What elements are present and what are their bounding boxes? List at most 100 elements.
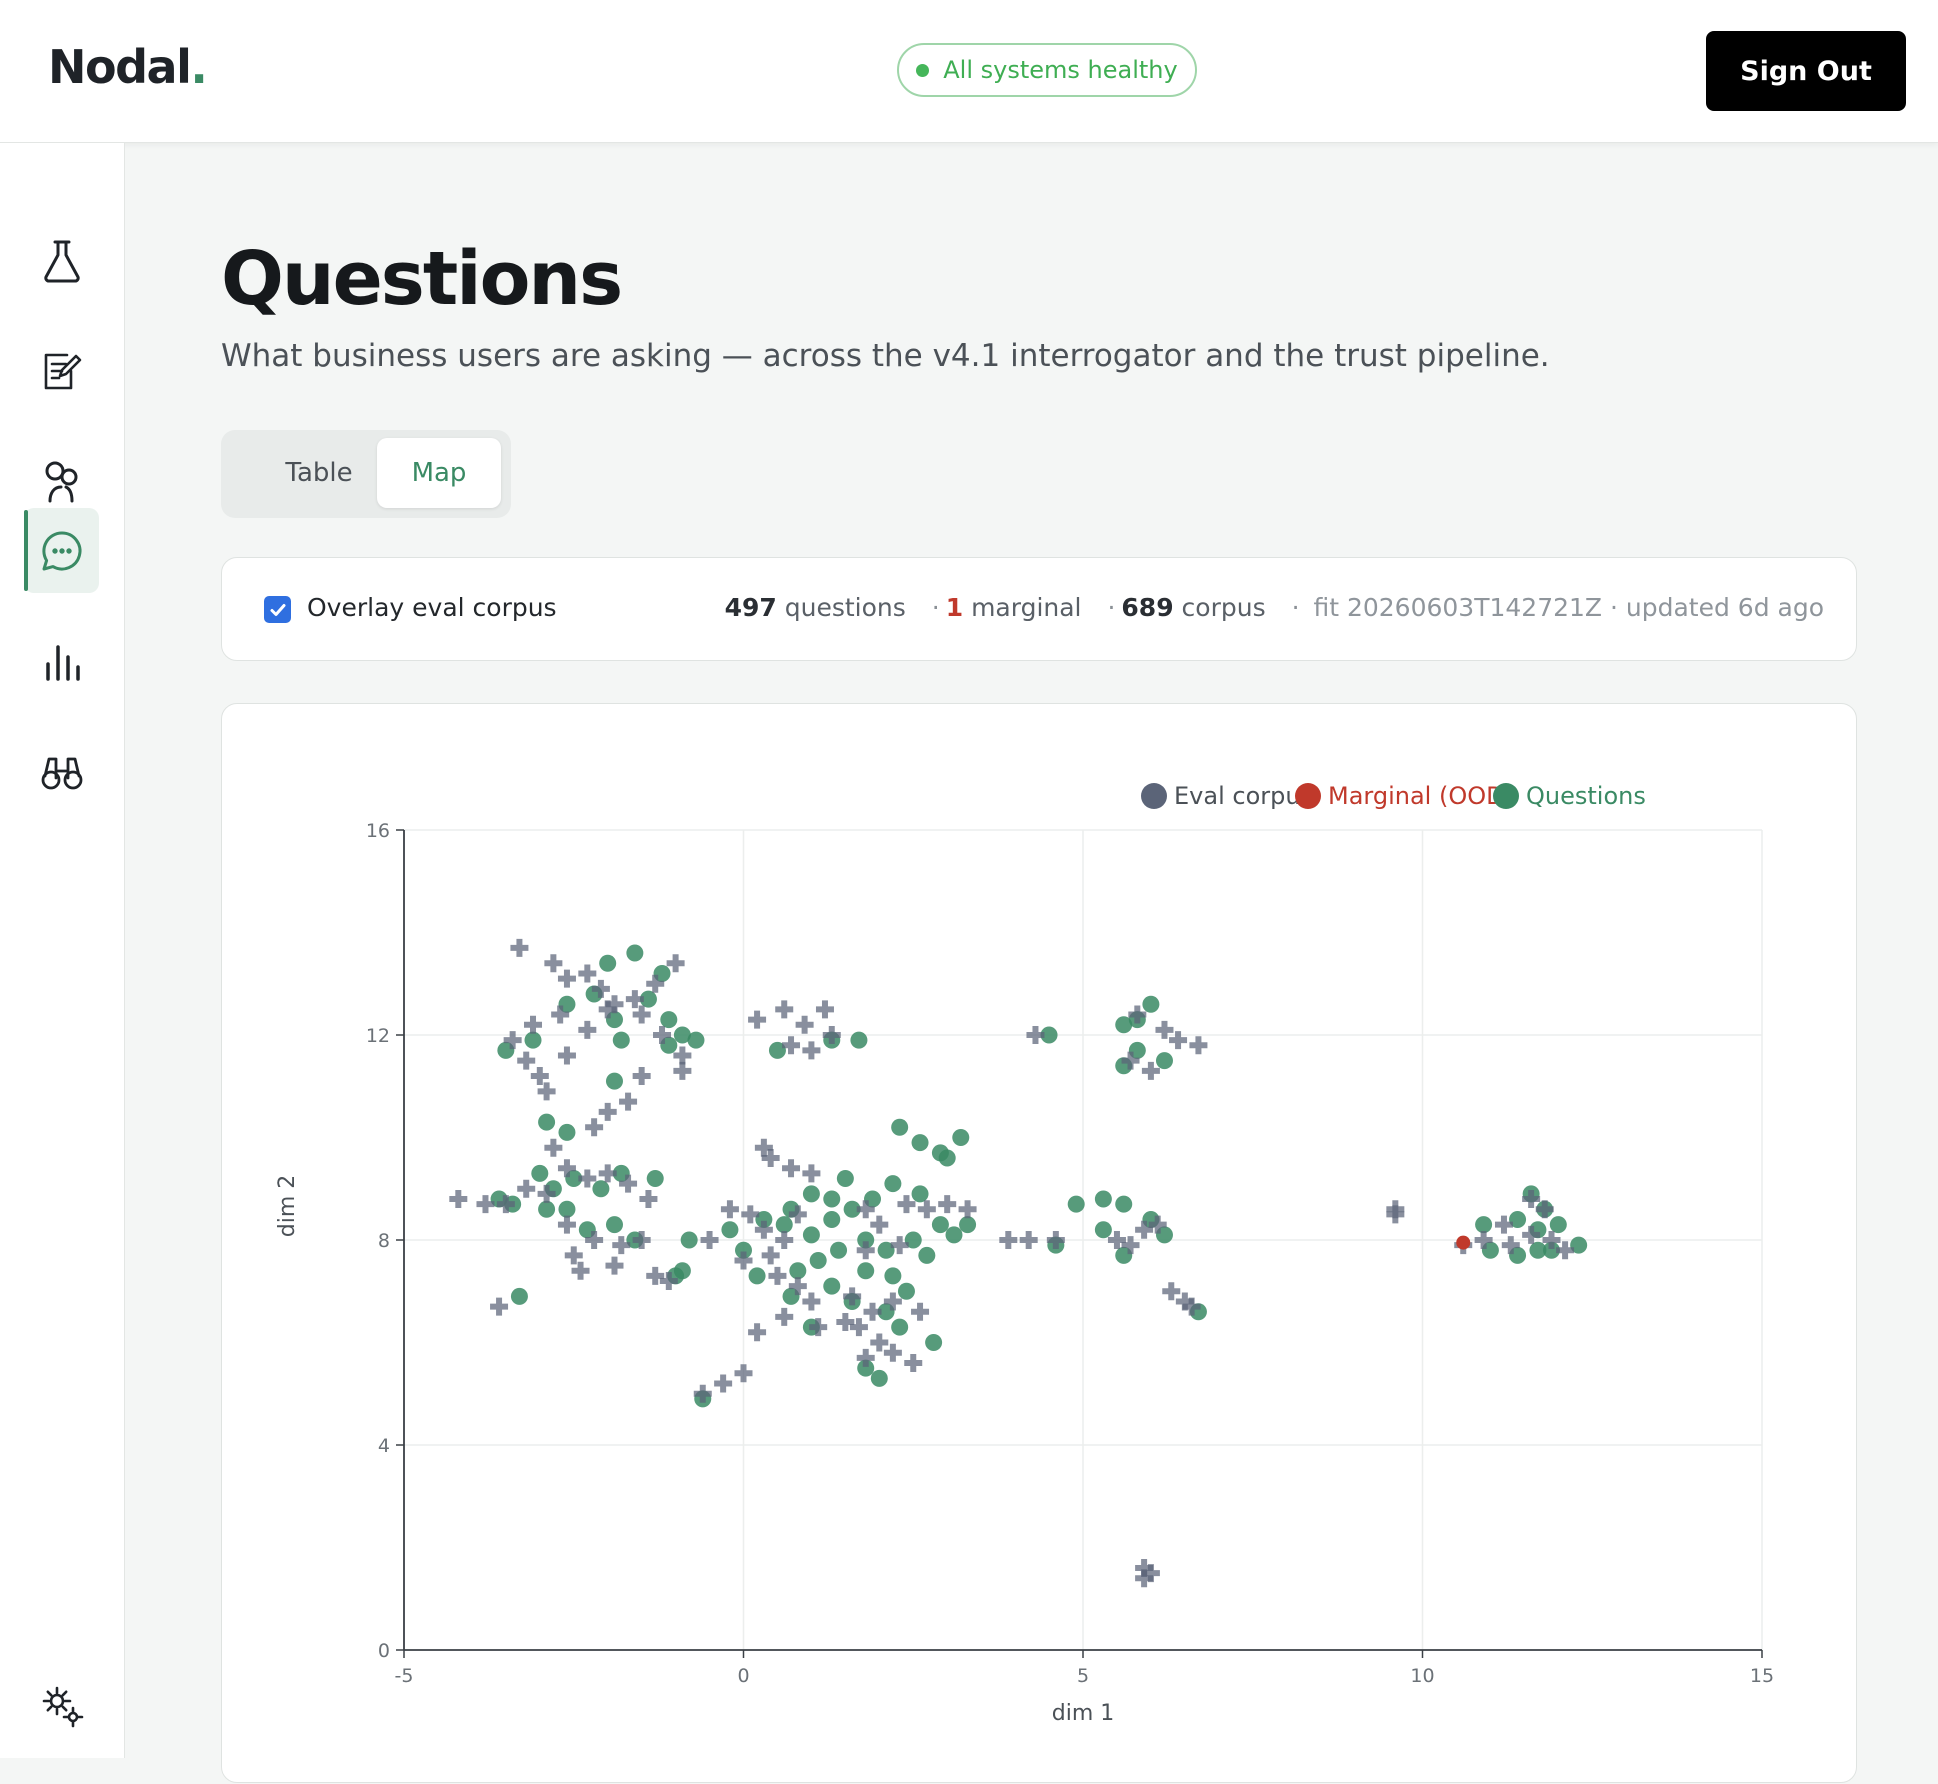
eval-corpus-point[interactable] xyxy=(1155,1020,1174,1039)
eval-corpus-point[interactable] xyxy=(578,964,597,983)
eval-corpus-point[interactable] xyxy=(619,1092,638,1111)
legend-item[interactable]: Marginal (OOD) xyxy=(1295,782,1514,810)
eval-corpus-point[interactable] xyxy=(544,954,563,973)
sidebar-item-questions[interactable] xyxy=(24,508,99,593)
question-point[interactable] xyxy=(945,1226,963,1244)
question-point[interactable] xyxy=(1142,995,1160,1013)
question-point[interactable] xyxy=(558,1200,576,1218)
question-point[interactable] xyxy=(823,1190,841,1208)
eval-corpus-point[interactable] xyxy=(557,1215,576,1234)
eval-corpus-point[interactable] xyxy=(938,1195,957,1214)
sidebar-item-analytics[interactable] xyxy=(24,618,99,703)
eval-corpus-point[interactable] xyxy=(720,1200,739,1219)
sidebar-item-explore[interactable] xyxy=(24,728,99,813)
eval-corpus-point[interactable] xyxy=(775,1000,794,1019)
eval-corpus-point[interactable] xyxy=(578,1020,597,1039)
question-point[interactable] xyxy=(538,1200,556,1218)
eval-corpus-point[interactable] xyxy=(782,1159,801,1178)
question-point[interactable] xyxy=(952,1129,970,1146)
question-point[interactable] xyxy=(850,1031,868,1049)
question-point[interactable] xyxy=(612,1031,630,1049)
eval-corpus-point[interactable] xyxy=(517,1179,536,1198)
eval-corpus-point[interactable] xyxy=(598,1164,617,1183)
eval-corpus-point[interactable] xyxy=(524,1015,543,1034)
question-point[interactable] xyxy=(911,1185,929,1203)
question-point[interactable] xyxy=(558,1123,576,1141)
tab-map[interactable]: Map xyxy=(377,438,501,508)
question-point[interactable] xyxy=(884,1175,902,1193)
question-point[interactable] xyxy=(1067,1195,1085,1213)
eval-corpus-point[interactable] xyxy=(1162,1282,1181,1301)
sidebar-item-settings[interactable] xyxy=(24,1663,99,1748)
eval-corpus-point[interactable] xyxy=(1169,1031,1188,1050)
eval-corpus-point[interactable] xyxy=(571,1261,590,1280)
eval-corpus-point[interactable] xyxy=(883,1343,902,1362)
eval-corpus-point[interactable] xyxy=(639,1190,658,1208)
question-point[interactable] xyxy=(891,1318,909,1336)
eval-corpus-point[interactable] xyxy=(768,1266,787,1285)
overlay-checkbox-label[interactable]: Overlay eval corpus xyxy=(307,593,557,622)
question-point[interactable] xyxy=(687,1031,705,1049)
eval-corpus-point[interactable] xyxy=(775,1307,794,1326)
eval-corpus-point[interactable] xyxy=(564,1246,583,1265)
question-point[interactable] xyxy=(660,1011,678,1029)
eval-corpus-point[interactable] xyxy=(815,1000,834,1019)
eval-corpus-point[interactable] xyxy=(530,1067,549,1085)
eval-corpus-point[interactable] xyxy=(1026,1026,1045,1044)
question-point[interactable] xyxy=(809,1252,827,1269)
eval-corpus-point[interactable] xyxy=(714,1374,733,1393)
question-point[interactable] xyxy=(538,1113,556,1131)
eval-corpus-point[interactable] xyxy=(537,1082,556,1101)
sidebar-item-notes[interactable] xyxy=(24,328,99,413)
eval-corpus-point[interactable] xyxy=(557,969,576,988)
question-point[interactable] xyxy=(870,1369,888,1387)
eval-corpus-point[interactable] xyxy=(802,1292,821,1311)
question-point[interactable] xyxy=(830,1241,848,1259)
eval-corpus-point[interactable] xyxy=(673,1061,692,1080)
eval-corpus-point[interactable] xyxy=(585,1118,604,1137)
eval-corpus-point[interactable] xyxy=(449,1190,468,1208)
eval-corpus-point[interactable] xyxy=(802,1164,821,1183)
eval-corpus-point[interactable] xyxy=(795,1015,814,1034)
question-point[interactable] xyxy=(1115,1195,1133,1213)
question-point[interactable] xyxy=(1155,1052,1173,1070)
eval-corpus-point[interactable] xyxy=(802,1041,821,1060)
question-point[interactable] xyxy=(911,1134,929,1152)
eval-corpus-point[interactable] xyxy=(999,1231,1018,1249)
question-point[interactable] xyxy=(510,1287,528,1305)
question-point[interactable] xyxy=(680,1231,698,1249)
marginal-point[interactable] xyxy=(1456,1235,1471,1250)
sidebar-item-experiments[interactable] xyxy=(24,218,99,303)
question-point[interactable] xyxy=(836,1170,854,1187)
question-point[interactable] xyxy=(1475,1216,1493,1234)
embedding-scatter-chart[interactable]: -5 0 5 10 150481216 Eval corpus Marginal (OOD… xyxy=(222,704,1858,1784)
eval-corpus-point[interactable] xyxy=(958,1200,977,1219)
question-point[interactable] xyxy=(918,1246,936,1264)
eval-corpus-point[interactable] xyxy=(870,1215,889,1234)
question-point[interactable] xyxy=(802,1185,820,1203)
sign-out-button[interactable]: Sign Out xyxy=(1706,31,1906,111)
question-point[interactable] xyxy=(646,1170,664,1187)
question-point[interactable] xyxy=(891,1118,909,1136)
question-point[interactable] xyxy=(1094,1221,1112,1239)
question-point[interactable] xyxy=(599,954,617,972)
app-logo[interactable]: Nodal. xyxy=(48,40,208,94)
eval-corpus-point[interactable] xyxy=(632,1005,651,1024)
eval-corpus-point[interactable] xyxy=(911,1302,930,1321)
legend-item[interactable]: Eval corpus xyxy=(1141,782,1313,810)
question-point[interactable] xyxy=(931,1216,949,1234)
question-point[interactable] xyxy=(626,944,644,962)
eval-corpus-point[interactable] xyxy=(775,1231,794,1249)
question-point[interactable] xyxy=(823,1277,841,1295)
eval-corpus-point[interactable] xyxy=(870,1333,889,1352)
question-point[interactable] xyxy=(857,1262,875,1280)
question-point[interactable] xyxy=(925,1334,943,1351)
eval-corpus-point[interactable] xyxy=(904,1354,923,1372)
eval-corpus-point[interactable] xyxy=(917,1200,936,1219)
question-point[interactable] xyxy=(721,1221,739,1239)
question-point[interactable] xyxy=(959,1216,977,1234)
eval-corpus-point[interactable] xyxy=(625,990,644,1009)
eval-corpus-point[interactable] xyxy=(632,1067,651,1085)
question-point[interactable] xyxy=(897,1282,915,1300)
question-point[interactable] xyxy=(605,1072,623,1090)
